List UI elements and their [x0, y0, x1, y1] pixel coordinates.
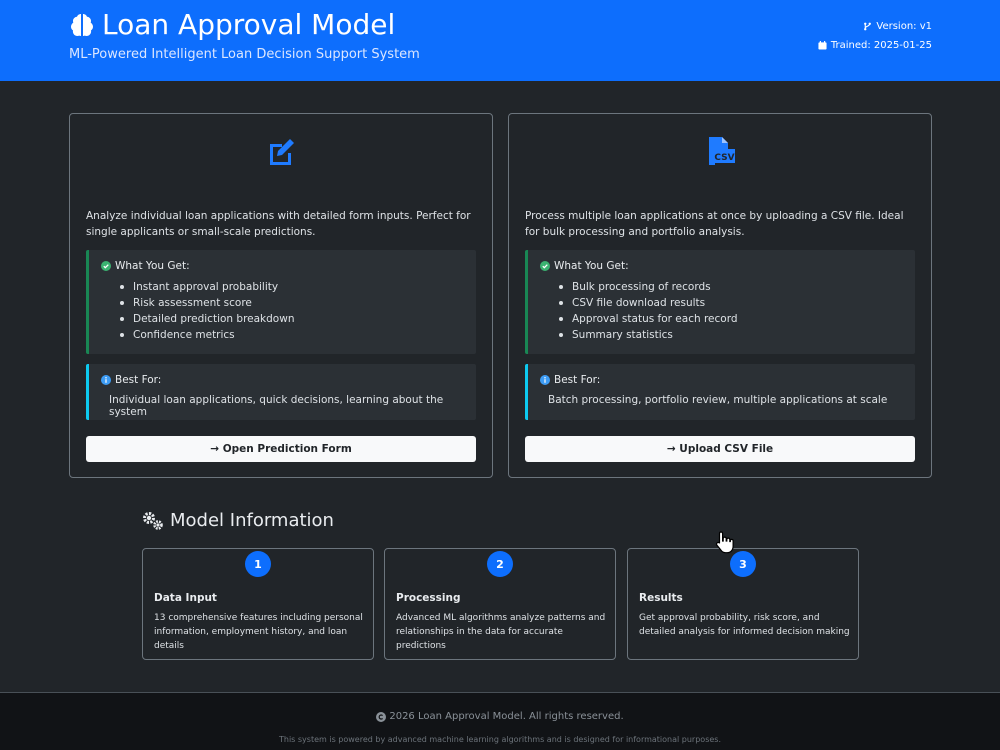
step-card-data-input: 1 Data Input 13 comprehensive features i…: [142, 548, 374, 660]
step-title: Processing: [396, 592, 461, 604]
batch-prediction-card: CSV Process multiple loan applications a…: [508, 113, 932, 478]
check-circle-icon: [540, 261, 550, 271]
trained-info: Trained: 2025-01-25: [818, 40, 932, 51]
step-number-badge: 1: [245, 551, 271, 577]
what-you-get-title: What You Get:: [540, 260, 629, 272]
card-description: Process multiple loan applications at on…: [525, 210, 904, 238]
best-for-box: Best For: Individual loan applications, …: [86, 364, 476, 420]
csv-file-icon: CSV: [709, 137, 735, 165]
best-for-title: Best For:: [540, 374, 600, 386]
benefits-list: Bulk processing of records CSV file down…: [556, 279, 738, 343]
step-number-badge: 2: [487, 551, 513, 577]
calendar-icon: [818, 41, 827, 50]
brain-icon: [71, 13, 93, 36]
step-title: Data Input: [154, 592, 217, 604]
list-item: Approval status for each record: [556, 311, 738, 327]
step-number-badge: 3: [730, 551, 756, 577]
best-for-text: Batch processing, portfolio review, mult…: [548, 394, 888, 406]
what-you-get-label: What You Get:: [554, 260, 629, 272]
model-information-title: Model Information: [170, 510, 334, 531]
best-for-box: Best For: Batch processing, portfolio re…: [525, 364, 915, 420]
edit-icon: [270, 139, 294, 165]
trained-text: Trained: 2025-01-25: [830, 40, 932, 51]
copyright-icon: [376, 711, 387, 722]
list-item: CSV file download results: [556, 295, 738, 311]
list-item: Confidence metrics: [117, 327, 294, 343]
version-text: Version: v1: [876, 21, 932, 32]
list-item: Risk assessment score: [117, 295, 294, 311]
benefits-list: Instant approval probability Risk assess…: [117, 279, 294, 343]
step-description: Get approval probability, risk score, an…: [639, 613, 850, 637]
list-item: Instant approval probability: [117, 279, 294, 295]
step-card-processing: 2 Processing Advanced ML algorithms anal…: [384, 548, 616, 660]
info-circle-icon: [101, 375, 111, 385]
disclaimer-text: This system is powered by advanced machi…: [279, 735, 721, 744]
branch-icon: [864, 22, 872, 31]
brand: Loan Approval Model: [68, 8, 395, 41]
page-footer: 2026 Loan Approval Model. All rights res…: [0, 692, 1000, 750]
gears-icon: [143, 511, 163, 530]
best-for-title: Best For:: [101, 374, 161, 386]
best-for-label: Best For:: [554, 374, 601, 386]
single-prediction-card: Analyze individual loan applications wit…: [69, 113, 493, 478]
list-item: Detailed prediction breakdown: [117, 311, 294, 327]
top-header: Loan Approval Model ML-Powered Intellige…: [0, 0, 1000, 81]
copyright-line: 2026 Loan Approval Model. All rights res…: [0, 711, 1000, 722]
best-for-label: Best For:: [115, 374, 162, 386]
step-description: 13 comprehensive features including pers…: [154, 613, 363, 651]
app-title: Loan Approval Model: [102, 8, 396, 41]
card-description: Analyze individual loan applications wit…: [86, 210, 471, 238]
hand-pointer-icon: [715, 531, 734, 554]
open-prediction-form-button[interactable]: → Open Prediction Form: [86, 436, 476, 462]
what-you-get-label: What You Get:: [115, 260, 190, 272]
info-circle-icon: [540, 375, 550, 385]
list-item: Bulk processing of records: [556, 279, 738, 295]
what-you-get-box: What You Get: Instant approval probabili…: [86, 250, 476, 354]
step-card-results: 3 Results Get approval probability, risk…: [627, 548, 859, 660]
step-description: Advanced ML algorithms analyze patterns …: [396, 613, 606, 651]
version-info: Version: v1: [863, 21, 932, 32]
what-you-get-title: What You Get:: [101, 260, 190, 272]
app-subtitle: ML-Powered Intelligent Loan Decision Sup…: [69, 47, 420, 62]
svg-text:CSV: CSV: [714, 153, 734, 163]
best-for-text: Individual loan applications, quick deci…: [109, 394, 444, 418]
upload-csv-button[interactable]: → Upload CSV File: [525, 436, 915, 462]
copyright-text: 2026 Loan Approval Model. All rights res…: [389, 711, 624, 722]
list-item: Summary statistics: [556, 327, 738, 343]
model-information-heading: Model Information: [142, 510, 334, 531]
what-you-get-box: What You Get: Bulk processing of records…: [525, 250, 915, 354]
step-title: Results: [639, 592, 683, 604]
check-circle-icon: [101, 261, 111, 271]
